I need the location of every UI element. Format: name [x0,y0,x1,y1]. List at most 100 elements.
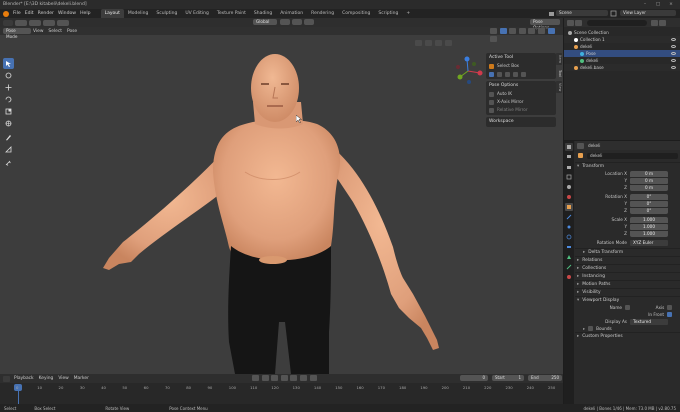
active-tool-item[interactable]: Select Box [489,62,553,70]
tab-rendering[interactable]: Rendering [307,9,338,18]
tab-item[interactable]: Item [556,53,562,65]
gizmo-toggle-icon[interactable] [499,28,507,34]
blender-logo-icon[interactable] [3,10,9,17]
object-name-field[interactable]: dekeli [587,152,678,159]
bounds-row[interactable]: ▸ Bounds [575,325,680,332]
visibility-eye-icon[interactable] [671,52,676,55]
outliner-editor-icon[interactable] [567,19,574,26]
transform-value-field[interactable]: 0° [630,193,668,200]
tab-scripting[interactable]: Scripting [374,9,402,18]
active-tool-title[interactable]: Active Tool [489,54,553,62]
viewport-menu-view[interactable]: View [33,29,43,34]
relative-mirror-option[interactable]: Relative Mirror [489,106,553,114]
timeline-editor-icon[interactable] [3,375,10,382]
rotation-mode-dropdown[interactable]: XYZ Euler [630,239,668,246]
mode-difference-icon[interactable] [513,71,518,77]
editor-type-icon[interactable] [3,19,13,26]
transform-value-field[interactable]: 0° [630,207,668,214]
start-frame-field[interactable]: Start 1 [492,375,524,381]
zoom-icon[interactable] [415,40,422,46]
outliner-row[interactable]: Collection 1 [564,36,680,43]
select-mode-icon[interactable] [15,19,27,26]
auto-ik-option[interactable]: Auto IK [489,90,553,98]
outliner-row[interactable]: dekeli [564,43,680,50]
cursor-tool-icon[interactable] [3,70,14,81]
material-properties-icon[interactable] [565,273,573,281]
visibility-eye-icon[interactable] [671,38,676,41]
pivot-point-icon[interactable] [280,19,290,25]
tab-shading[interactable]: Shading [250,9,276,18]
name-checkbox[interactable] [625,305,630,310]
transform-panel-header[interactable]: ▾ Transform [575,162,680,170]
transform-value-field[interactable]: 0 m [630,184,668,191]
scale-tool-icon[interactable] [3,106,14,117]
visibility-eye-icon[interactable] [671,45,676,48]
select-extend-icon[interactable] [29,19,41,26]
in-front-checkbox[interactable] [667,312,672,317]
bounds-checkbox[interactable] [588,326,594,331]
tab-layout[interactable]: Layout [100,9,124,18]
menu-render[interactable]: Render [38,11,54,16]
collections-header[interactable]: ▸ Collections [575,264,680,272]
motion-paths-header[interactable]: ▸ Motion Paths [575,280,680,288]
shading-solid-icon[interactable] [537,28,545,34]
character-model[interactable] [95,32,455,374]
mode-extend-icon[interactable] [497,71,502,77]
menu-file[interactable]: File [13,11,21,16]
auto-key-icon[interactable] [252,375,259,381]
tab-texture-paint[interactable]: Texture Paint [213,9,250,18]
timeline-menu-view[interactable]: View [58,376,68,381]
output-properties-icon[interactable] [565,163,573,171]
workspace-title[interactable]: Workspace [489,118,553,126]
add-workspace-button[interactable]: + [402,9,414,18]
pose-options-button[interactable]: Pose Options [530,19,560,30]
menu-window[interactable]: Window [58,11,76,16]
object-data-properties-icon[interactable] [565,253,573,261]
timeline-ruler[interactable]: 0 10 20 30 40 50 60 70 80 90 100 110 120 130 140 150 160… [0,383,563,404]
pan-hand-icon[interactable] [425,40,432,46]
play-icon[interactable] [290,375,298,381]
render-properties-icon[interactable] [565,153,573,161]
outliner-row[interactable]: dekeli.base [564,64,680,71]
minimize-button[interactable]: – [640,0,650,9]
new-collection-icon[interactable] [659,19,666,26]
transform-value-field[interactable]: 0° [630,200,668,207]
visibility-eye-icon[interactable] [671,66,676,69]
view-layer-selector[interactable]: View Layer [620,10,676,16]
viewport-menu-pose[interactable]: Pose [67,29,77,34]
jump-end-icon[interactable] [309,375,317,381]
filter-icon[interactable] [651,19,658,26]
relations-header[interactable]: ▸ Relations [575,256,680,264]
current-frame-field[interactable]: 0 [460,375,488,381]
transform-value-field[interactable]: 0 m [630,170,668,177]
xray-toggle-icon[interactable] [518,28,526,34]
tab-modeling[interactable]: Modeling [124,9,152,18]
move-tool-icon[interactable] [3,82,14,93]
maximize-button[interactable]: □ [653,0,663,9]
measure-tool-icon[interactable] [3,144,14,155]
tab-compositing[interactable]: Compositing [338,9,374,18]
view-layer-properties-icon[interactable] [565,173,573,181]
navigation-gizmo[interactable] [452,55,484,87]
timeline-menu-marker[interactable]: Marker [74,376,89,381]
axis-checkbox[interactable] [667,305,672,310]
transform-value-field[interactable]: 1.000 [630,223,668,230]
particles-properties-icon[interactable] [565,223,573,231]
annotate-tool-icon[interactable] [3,132,14,143]
viewport-display-header[interactable]: ▾ Viewport Display [575,296,680,304]
perspective-toggle-icon[interactable] [445,40,452,46]
timeline-menu-playback[interactable]: Playback [14,376,34,381]
menu-edit[interactable]: Edit [25,11,34,16]
transform-orientation-dropdown[interactable]: Global [253,19,277,25]
select-intersect-icon[interactable] [57,19,69,26]
scene-selector[interactable]: Scene [556,10,608,16]
x-axis-mirror-checkbox[interactable] [489,99,494,105]
outliner-search-input[interactable] [587,19,647,26]
visibility-icon[interactable] [490,28,497,34]
outliner-row[interactable]: Pose [564,50,680,57]
overlay-toggle-icon[interactable] [509,28,517,34]
world-properties-icon[interactable] [565,193,573,201]
shading-wire-icon[interactable] [528,28,536,34]
scene-properties-icon[interactable] [565,183,573,191]
jump-start-icon[interactable] [261,375,269,381]
